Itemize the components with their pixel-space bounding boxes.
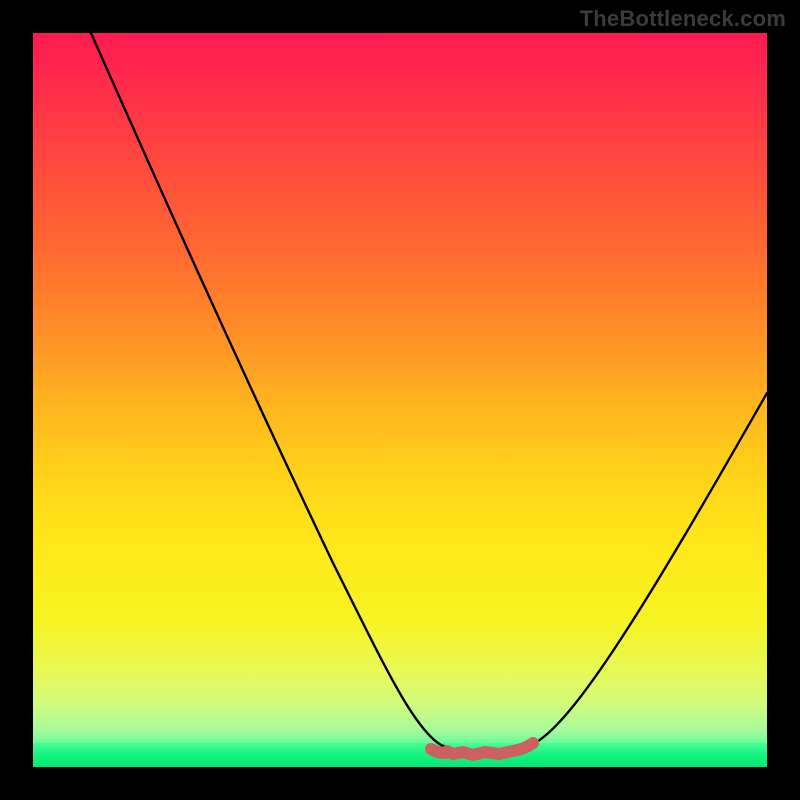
bottleneck-curve (91, 33, 767, 753)
chart-frame: TheBottleneck.com (0, 0, 800, 800)
optimum-zone-marker (431, 743, 533, 755)
watermark-text: TheBottleneck.com (580, 6, 786, 32)
curve-layer (33, 33, 767, 767)
plot-area (33, 33, 767, 767)
